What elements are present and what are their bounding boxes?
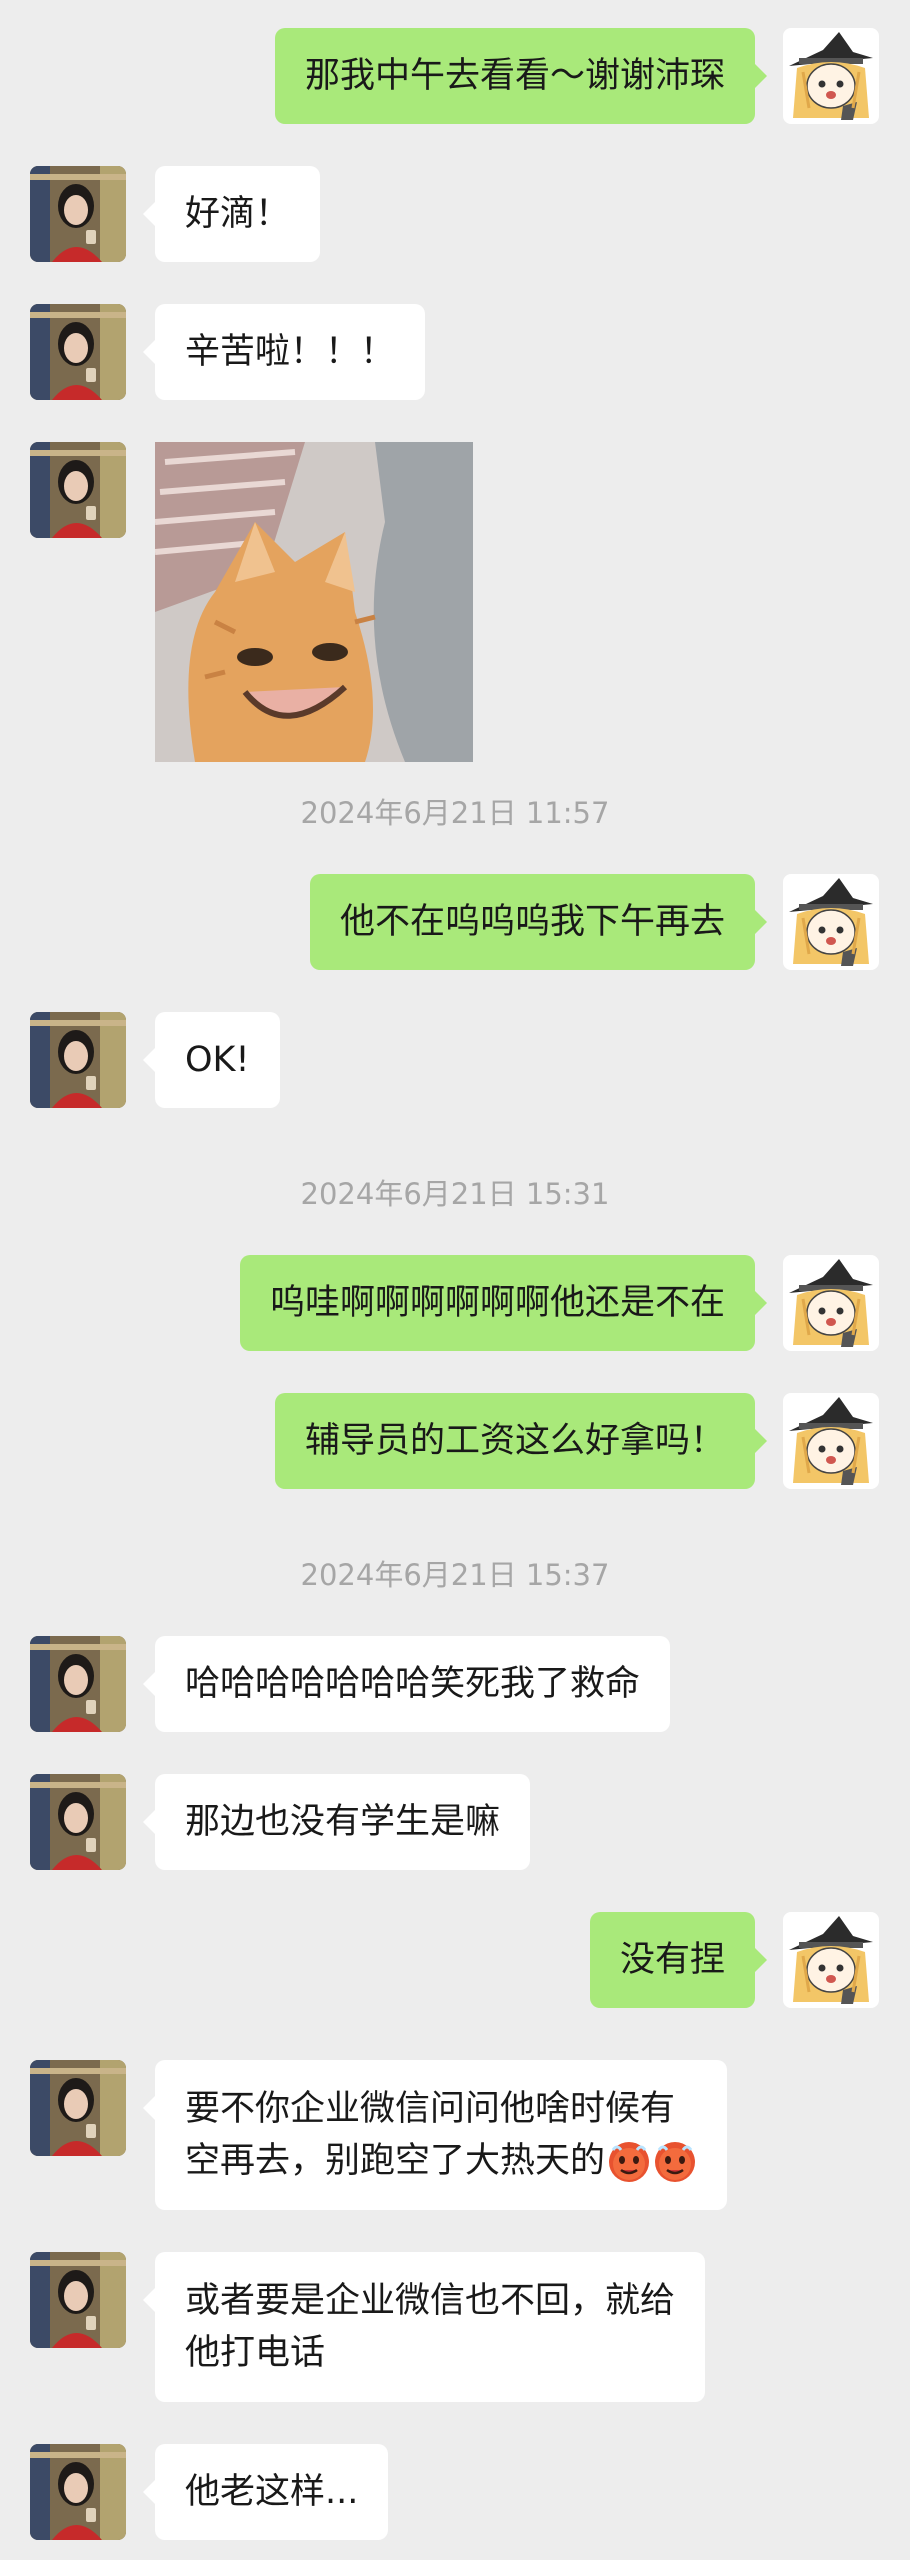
- anime-girl-witch-hat-icon: [783, 1912, 879, 2008]
- message-row: 要不你企业微信问问他啥时候有 空再去，别跑空了大热天的: [0, 2060, 910, 2210]
- contact-avatar[interactable]: [30, 2444, 126, 2540]
- message-row: 辅导员的工资这么好拿吗！: [0, 1393, 910, 1489]
- message-bubble[interactable]: 好滴！: [142, 166, 321, 262]
- smiling-cat-sticker-icon: [155, 442, 473, 762]
- anime-girl-witch-hat-icon: [783, 1393, 879, 1489]
- self-avatar[interactable]: [783, 1393, 879, 1489]
- message-text: 那边也没有学生是嘛: [185, 1802, 501, 1842]
- contact-avatar[interactable]: [30, 2060, 126, 2156]
- message-text-line: 空再去，别跑空了大热天的: [185, 2141, 606, 2181]
- message-text: 哈哈哈哈哈哈哈笑死我了救命: [185, 1664, 641, 1704]
- message-row: 那边也没有学生是嘛: [0, 1774, 910, 1870]
- message-text-line-with-emoji: 空再去，别跑空了大热天的: [185, 2135, 697, 2187]
- message-bubble[interactable]: 要不你企业微信问问他啥时候有 空再去，别跑空了大热天的: [142, 2060, 728, 2210]
- girl-photo-icon: [30, 2060, 126, 2156]
- message-text: 辅导员的工资这么好拿吗！: [304, 1421, 725, 1461]
- contact-avatar[interactable]: [30, 304, 126, 400]
- contact-avatar[interactable]: [30, 166, 126, 262]
- anime-girl-witch-hat-icon: [783, 1255, 879, 1351]
- message-bubble[interactable]: OK!: [143, 1012, 280, 1108]
- self-avatar[interactable]: [783, 28, 879, 124]
- self-avatar[interactable]: [783, 874, 879, 970]
- message-row: 没有捏: [0, 1912, 910, 2008]
- message-row: 或者要是企业微信也不回，就给 他打电话: [0, 2252, 910, 2402]
- message-bubble[interactable]: 呜哇啊啊啊啊啊啊他还是不在: [239, 1255, 768, 1351]
- anime-girl-witch-hat-icon: [783, 874, 879, 970]
- message-bubble[interactable]: 哈哈哈哈哈哈哈笑死我了救命: [142, 1636, 671, 1732]
- girl-photo-icon: [30, 2252, 126, 2348]
- message-text: OK!: [185, 1040, 250, 1080]
- girl-photo-icon: [30, 166, 126, 262]
- message-bubble[interactable]: 那我中午去看看～谢谢沛琛: [274, 28, 768, 124]
- message-bubble[interactable]: 那边也没有学生是嘛: [142, 1774, 531, 1870]
- message-text: 他老这样...: [185, 2472, 359, 2512]
- contact-avatar[interactable]: [30, 2252, 126, 2348]
- message-text: 他不在呜呜呜我下午再去: [339, 902, 725, 942]
- message-row: 哈哈哈哈哈哈哈笑死我了救命: [0, 1636, 910, 1732]
- message-row: 他不在呜呜呜我下午再去: [0, 874, 910, 970]
- girl-photo-icon: [30, 442, 126, 538]
- message-row: OK!: [0, 1012, 910, 1108]
- hot-face-emoji-icon: [609, 2142, 650, 2182]
- girl-photo-icon: [30, 2444, 126, 2540]
- message-row: 呜哇啊啊啊啊啊啊他还是不在: [0, 1255, 910, 1351]
- girl-photo-icon: [30, 1774, 126, 1870]
- contact-avatar[interactable]: [30, 1774, 126, 1870]
- message-text: 好滴！: [185, 194, 291, 234]
- self-avatar[interactable]: [783, 1912, 879, 2008]
- hot-face-emoji-icon: [655, 2142, 696, 2182]
- message-bubble[interactable]: 辛苦啦！！！: [142, 304, 426, 400]
- timestamp: 2024年6月21日 11:57: [300, 796, 610, 830]
- message-row: 好滴！: [0, 166, 910, 262]
- message-text: 辛苦啦！！！: [185, 332, 396, 372]
- self-avatar[interactable]: [783, 1255, 879, 1351]
- message-text: 呜哇啊啊啊啊啊啊他还是不在: [269, 1283, 725, 1323]
- timestamp: 2024年6月21日 15:37: [300, 1558, 610, 1592]
- contact-avatar[interactable]: [30, 442, 126, 538]
- timestamp: 2024年6月21日 15:31: [300, 1177, 610, 1211]
- message-bubble[interactable]: 他老这样...: [142, 2444, 389, 2540]
- contact-avatar[interactable]: [30, 1012, 126, 1108]
- message-bubble[interactable]: 辅导员的工资这么好拿吗！: [274, 1393, 768, 1489]
- message-bubble[interactable]: 他不在呜呜呜我下午再去: [309, 874, 768, 970]
- message-text-line: 要不你企业微信问问他啥时候有: [185, 2089, 676, 2129]
- message-bubble[interactable]: 没有捏: [589, 1912, 768, 2008]
- girl-photo-icon: [30, 1636, 126, 1732]
- girl-photo-icon: [30, 1012, 126, 1108]
- message-row: [0, 442, 910, 762]
- anime-girl-witch-hat-icon: [783, 28, 879, 124]
- girl-photo-icon: [30, 304, 126, 400]
- image-message[interactable]: [155, 442, 473, 762]
- message-text: 那我中午去看看～谢谢沛琛: [304, 56, 725, 96]
- message-text-line: 他打电话: [185, 2333, 326, 2373]
- message-row: 辛苦啦！！！: [0, 304, 910, 400]
- message-text-line: 或者要是企业微信也不回，就给: [185, 2281, 676, 2321]
- message-row: 他老这样...: [0, 2444, 910, 2540]
- message-bubble[interactable]: 或者要是企业微信也不回，就给 他打电话: [142, 2252, 706, 2402]
- message-text: 没有捏: [619, 1940, 725, 1980]
- contact-avatar[interactable]: [30, 1636, 126, 1732]
- message-row: 那我中午去看看～谢谢沛琛: [0, 28, 910, 124]
